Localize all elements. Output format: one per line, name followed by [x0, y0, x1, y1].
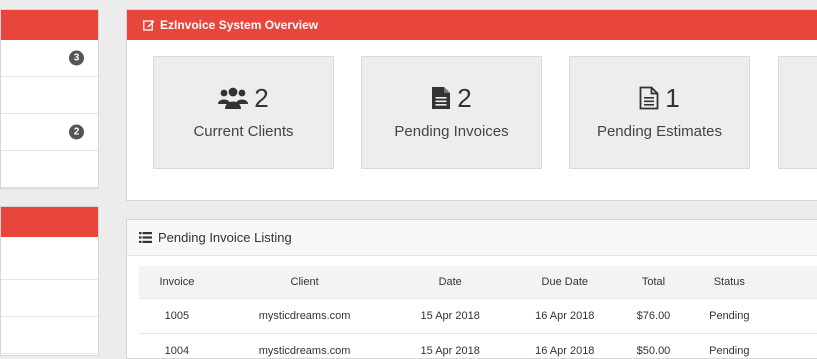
- pending-invoices-label: Pending Invoices: [394, 123, 508, 140]
- cell-actions: [775, 299, 817, 334]
- cell-invoice: 1004: [139, 334, 215, 359]
- cell-total: $76.00: [624, 299, 684, 334]
- left-panel-row[interactable]: [1, 243, 98, 280]
- left-panel-row[interactable]: 3: [1, 40, 98, 77]
- tile-partial[interactable]: [778, 56, 817, 169]
- current-clients-count: 2: [254, 85, 268, 111]
- left-panel-row[interactable]: 2: [1, 114, 98, 151]
- count-badge: 2: [69, 125, 84, 140]
- system-overview-header: EzInvoice System Overview: [127, 10, 817, 40]
- cell-actions: [775, 334, 817, 359]
- system-overview-title: EzInvoice System Overview: [160, 18, 318, 32]
- pending-invoice-listing-header: Pending Invoice Listing: [127, 220, 817, 256]
- column-header-total[interactable]: Total: [624, 266, 684, 299]
- pending-invoice-table: Invoice Client Date Due Date Total Statu…: [139, 266, 817, 359]
- left-panel-row[interactable]: [1, 151, 98, 188]
- list-icon: [139, 232, 152, 243]
- cell-client: mysticdreams.com: [215, 299, 395, 334]
- left-panel-top: 3 2: [0, 9, 99, 189]
- users-icon: [218, 86, 248, 110]
- cell-date: 15 Apr 2018: [394, 299, 506, 334]
- cell-due-date: 16 Apr 2018: [506, 334, 624, 359]
- left-panel-row[interactable]: [1, 317, 98, 354]
- table-row[interactable]: 1005 mysticdreams.com 15 Apr 2018 16 Apr…: [139, 299, 817, 334]
- cell-status: Pending: [683, 299, 775, 334]
- tile-pending-estimates[interactable]: 1 Pending Estimates: [569, 56, 750, 169]
- table-row[interactable]: 1004 mysticdreams.com 15 Apr 2018 16 Apr…: [139, 334, 817, 359]
- edit-icon: [143, 19, 155, 31]
- cell-date: 15 Apr 2018: [394, 334, 506, 359]
- pending-estimates-label: Pending Estimates: [597, 123, 722, 140]
- column-header-status[interactable]: Status: [683, 266, 775, 299]
- left-panel-row[interactable]: [1, 77, 98, 114]
- pending-invoice-listing-panel: Pending Invoice Listing Invoice Client D…: [126, 219, 817, 359]
- current-clients-label: Current Clients: [193, 123, 293, 140]
- column-header-client[interactable]: Client: [215, 266, 395, 299]
- tile-current-clients[interactable]: 2 Current Clients: [153, 56, 334, 169]
- cell-due-date: 16 Apr 2018: [506, 299, 624, 334]
- column-header-date[interactable]: Date: [394, 266, 506, 299]
- pending-estimates-count: 1: [665, 85, 679, 111]
- count-badge: 3: [69, 51, 84, 66]
- cell-invoice: 1005: [139, 299, 215, 334]
- left-panel-top-header: [1, 10, 98, 40]
- pending-invoices-count: 2: [457, 85, 471, 111]
- left-panel-bottom-header: [1, 207, 98, 237]
- table-header-row: Invoice Client Date Due Date Total Statu…: [139, 266, 817, 299]
- left-panel-bottom: [0, 206, 99, 356]
- pending-invoice-listing-title: Pending Invoice Listing: [158, 230, 292, 245]
- tile-pending-invoices[interactable]: 2 Pending Invoices: [361, 56, 542, 169]
- column-header-actions: [775, 266, 817, 299]
- left-panel-row[interactable]: [1, 280, 98, 317]
- file-outline-icon: [639, 86, 659, 110]
- cell-status: Pending: [683, 334, 775, 359]
- file-text-icon: [431, 86, 451, 110]
- cell-total: $50.00: [624, 334, 684, 359]
- cell-client: mysticdreams.com: [215, 334, 395, 359]
- system-overview-panel: EzInvoice System Overview 2 Current Clie…: [126, 9, 817, 201]
- column-header-invoice[interactable]: Invoice: [139, 266, 215, 299]
- column-header-due-date[interactable]: Due Date: [506, 266, 624, 299]
